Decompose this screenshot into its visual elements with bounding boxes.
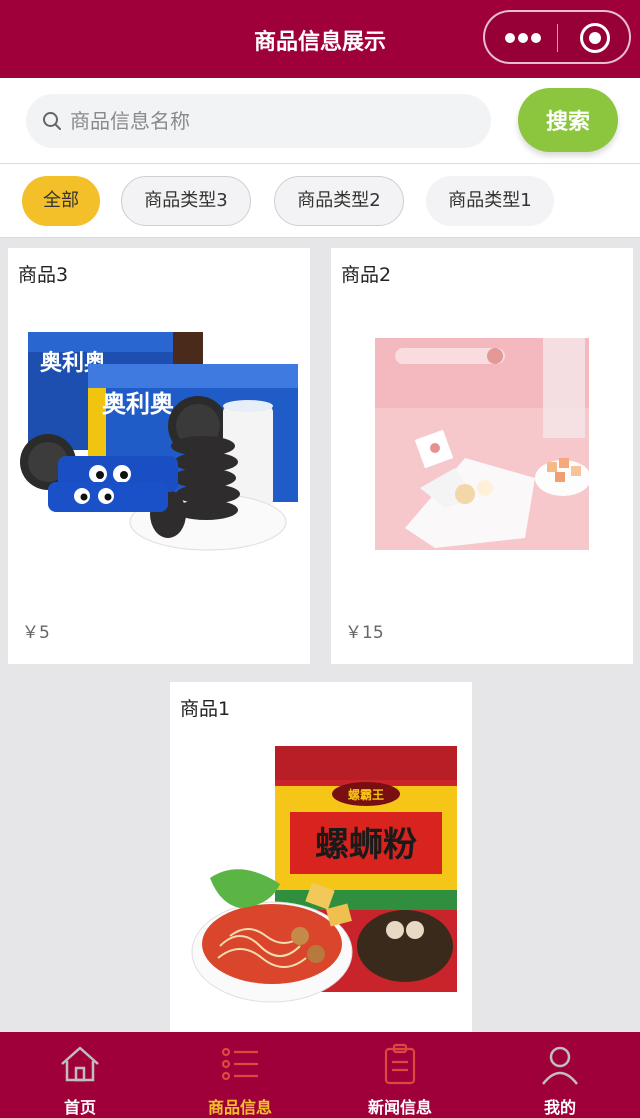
nav-item-home[interactable]: 首页 xyxy=(0,1032,160,1118)
page: 商品信息展示 搜索 全部 商品类型3 商品类型2 商品类型1 商品3 xyxy=(0,0,640,1118)
rice-noodle-package-photo: 螺霸王 螺蛳粉 xyxy=(191,746,457,1003)
nav-item-news[interactable]: 新闻信息 xyxy=(320,1032,480,1118)
product-card[interactable]: 商品1 螺霸王 螺蛳粉 xyxy=(170,682,472,1032)
search-bar: 搜索 xyxy=(0,78,640,164)
home-icon xyxy=(61,1046,99,1082)
capsule-divider xyxy=(557,24,558,52)
noodle-brand-text: 螺霸王 xyxy=(348,787,384,802)
more-dots-icon[interactable] xyxy=(503,24,543,52)
list-icon xyxy=(221,1047,258,1081)
search-button[interactable]: 搜索 xyxy=(518,88,618,152)
search-field xyxy=(26,94,491,148)
noodle-name-text: 螺蛳粉 xyxy=(315,825,417,865)
product-price: ￥15 xyxy=(345,623,384,643)
tab-type-3[interactable]: 商品类型3 xyxy=(121,176,251,226)
search-icon xyxy=(43,112,61,130)
nav-label: 我的 xyxy=(543,1098,576,1117)
nav-label: 首页 xyxy=(63,1098,96,1117)
nav-item-mine[interactable]: 我的 xyxy=(480,1032,640,1118)
title-bar: 商品信息展示 xyxy=(0,0,640,78)
nav-label: 新闻信息 xyxy=(367,1098,432,1117)
search-input[interactable] xyxy=(70,94,480,148)
pink-dessert-photo xyxy=(375,338,589,550)
category-tabs: 全部 商品类型3 商品类型2 商品类型1 xyxy=(0,164,640,238)
mini-program-capsule xyxy=(483,10,631,64)
cookie-brand-text: 奥利奥 xyxy=(102,390,175,418)
nav-item-products[interactable]: 商品信息 xyxy=(160,1032,320,1118)
tab-type-2[interactable]: 商品类型2 xyxy=(274,176,404,226)
tab-all[interactable]: 全部 xyxy=(22,176,100,226)
cookie-box-photo: 奥利奥 奥利奥 xyxy=(20,332,298,551)
product-name: 商品1 xyxy=(180,698,231,720)
bottom-navigation: 首页 商品信息 新闻信息 我的 xyxy=(0,1032,640,1118)
user-icon xyxy=(542,1046,578,1085)
product-card[interactable]: 商品2 ￥15 xyxy=(331,248,633,664)
nav-label: 商品信息 xyxy=(207,1098,272,1117)
clipboard-icon xyxy=(384,1043,416,1085)
product-price: ￥5 xyxy=(22,623,50,643)
target-icon[interactable] xyxy=(580,23,610,53)
product-card[interactable]: 商品3 奥利奥 奥利奥 ￥5 xyxy=(8,248,310,664)
product-name: 商品2 xyxy=(341,264,392,286)
tab-type-1[interactable]: 商品类型1 xyxy=(426,176,554,226)
product-name: 商品3 xyxy=(18,264,69,286)
